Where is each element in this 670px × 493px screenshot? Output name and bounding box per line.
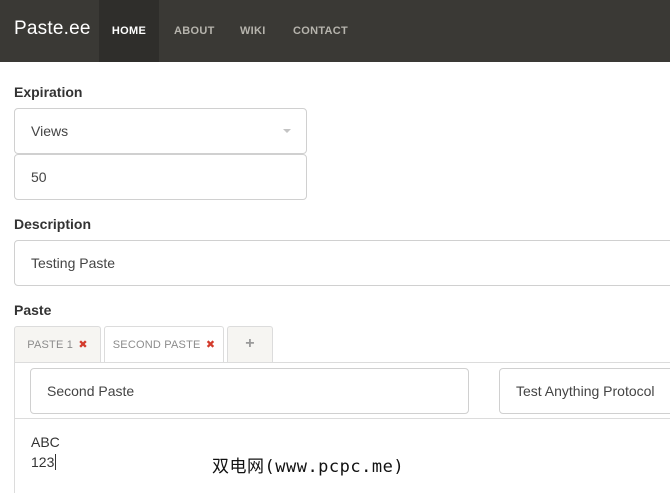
top-navbar: Paste.ee HOME ABOUT WIKI CONTACT [0,0,670,62]
paste-content-editor[interactable]: ABC 123 [31,432,60,472]
paste-name-input[interactable]: Second Paste [30,368,469,414]
plus-icon: + [245,335,255,352]
paste-label: Paste [14,302,52,318]
nav-contact[interactable]: CONTACT [293,0,348,62]
editor-divider [14,418,670,419]
close-icon[interactable]: ✖ [206,339,215,351]
nav-about[interactable]: ABOUT [174,0,215,62]
nav-home[interactable]: HOME [99,0,159,62]
description-value: Testing Paste [31,255,116,271]
syntax-select[interactable]: Test Anything Protocol [499,368,670,414]
description-label: Description [14,216,92,232]
tab-second-paste-label: SECOND PASTE [112,339,201,351]
nav-wiki[interactable]: WIKI [240,0,266,62]
expiration-count-input[interactable]: 50 [14,154,307,200]
expiration-count-value: 50 [31,169,47,185]
text-cursor [55,454,57,470]
expiration-type-value: Views [31,123,69,139]
description-input[interactable]: Testing Paste [14,240,670,286]
tab-paste-1[interactable]: PASTE 1 ✖ [14,326,101,363]
code-line: 123 [31,454,55,470]
syntax-value: Test Anything Protocol [516,383,655,399]
expiration-label: Expiration [14,84,83,100]
brand-logo-text[interactable]: Paste.ee [14,18,91,40]
paste-name-value: Second Paste [47,383,135,399]
tab-second-paste[interactable]: SECOND PASTE ✖ [104,326,224,363]
expiration-type-select[interactable]: Views [14,108,307,154]
caret-down-icon [283,129,291,133]
add-tab-button[interactable]: + [227,326,273,363]
close-icon[interactable]: ✖ [78,339,87,351]
watermark-text: 双电网(www.pcpc.me) [212,457,405,477]
code-line: ABC [31,434,60,450]
tab-paste-1-label: PASTE 1 [27,339,74,351]
